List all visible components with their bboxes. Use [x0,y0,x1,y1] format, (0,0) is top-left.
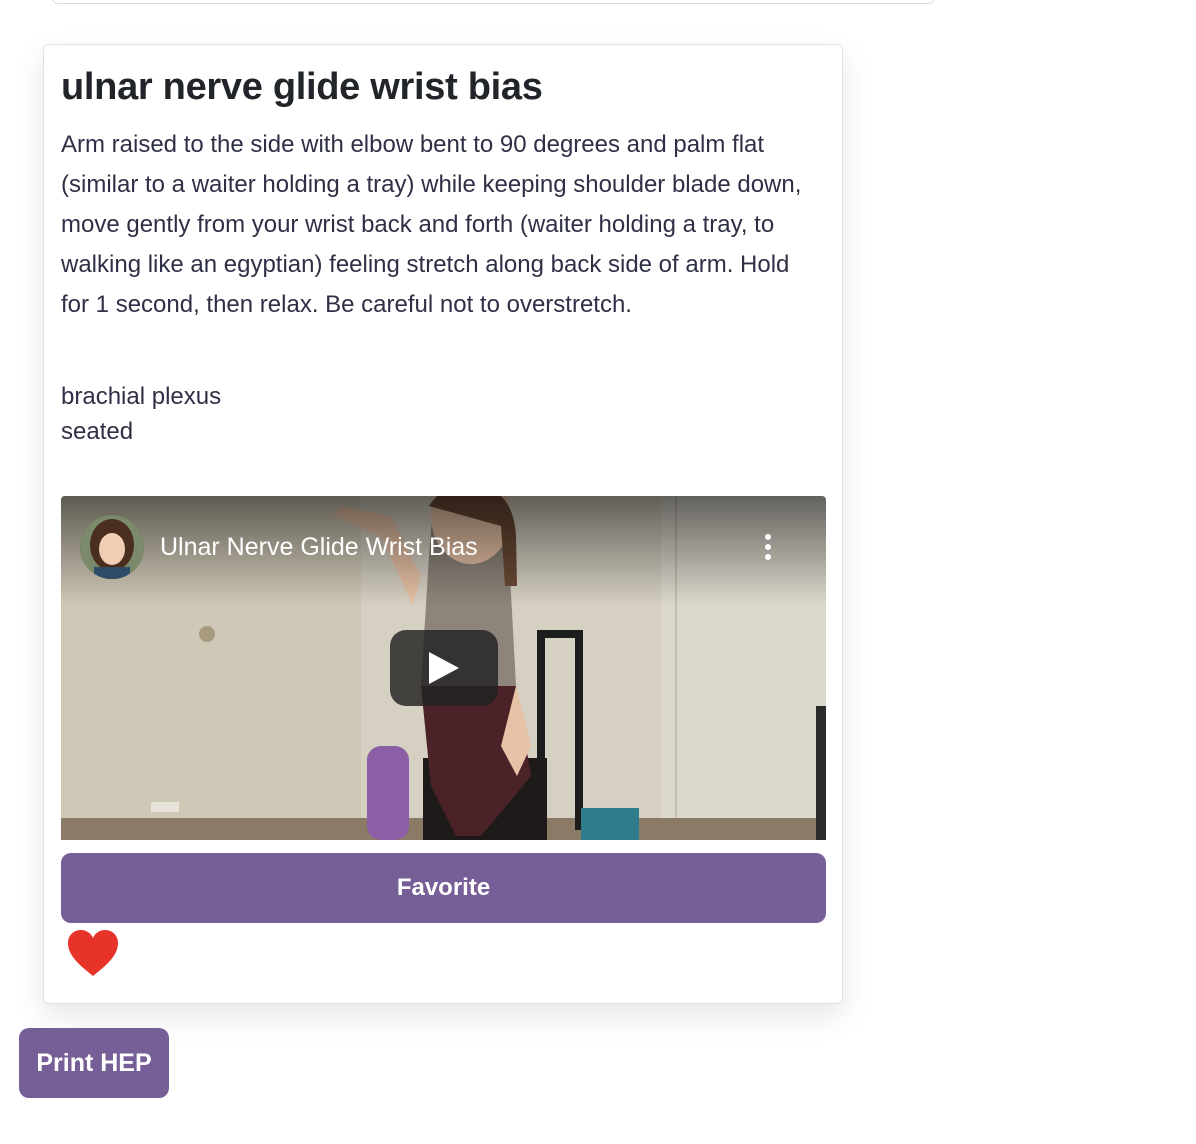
previous-card-edge [51,0,936,4]
favorite-button[interactable]: Favorite [61,853,826,923]
exercise-description: Arm raised to the side with elbow bent t… [61,131,802,318]
play-icon [429,652,459,684]
print-hep-button[interactable]: Print HEP [19,1028,169,1098]
video-title[interactable]: Ulnar Nerve Glide Wrist Bias [160,533,478,562]
tag-region: brachial plexus [61,383,222,410]
tag-position: seated [61,418,134,445]
channel-avatar[interactable] [80,515,144,579]
play-button[interactable] [390,630,498,706]
exercise-card: ulnar nerve glide wrist bias Arm raised … [43,44,843,1004]
exercise-title: ulnar nerve glide wrist bias [61,66,543,108]
video-player[interactable]: Ulnar Nerve Glide Wrist Bias [61,496,826,840]
exercise-tags: brachial plexus seated [61,379,221,449]
more-vert-icon[interactable] [759,534,777,564]
heart-icon[interactable] [66,928,120,978]
